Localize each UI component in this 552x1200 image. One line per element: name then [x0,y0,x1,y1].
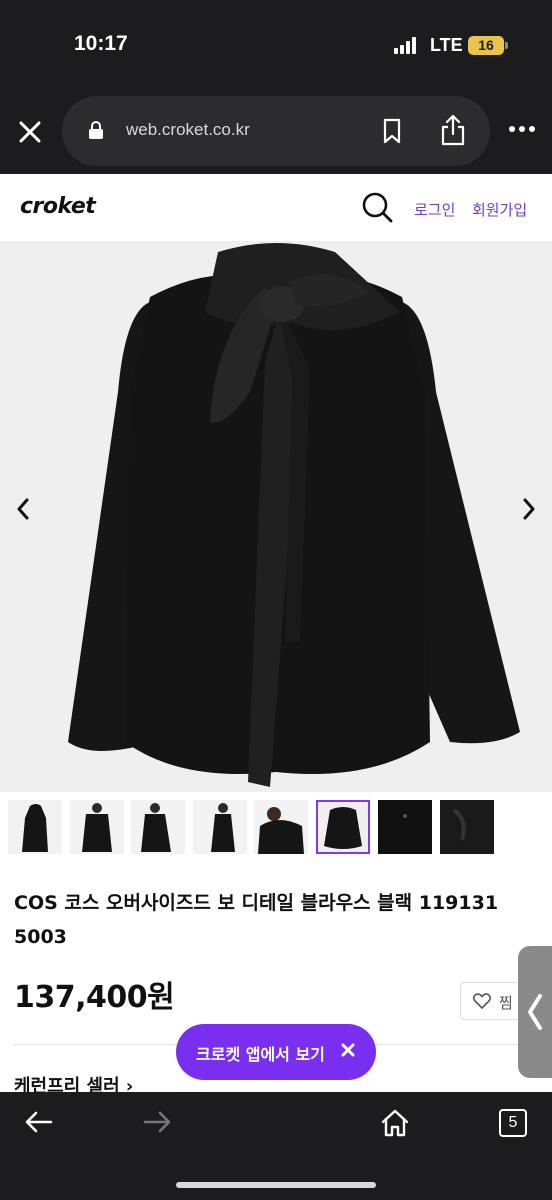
signup-link[interactable]: 회원가입 [472,199,527,220]
thumbnail-5[interactable] [254,800,308,854]
lock-icon [89,121,103,139]
next-image-button[interactable] [518,494,540,524]
side-panel-handle[interactable] [518,946,552,1078]
bookmark-icon[interactable] [382,118,402,144]
status-bar: 10:17 LTE 16 [0,0,552,90]
thumbnail-3[interactable] [131,800,185,854]
seller-link[interactable]: 케런프리 셀러 › [14,1072,133,1092]
site-logo[interactable]: croket [20,194,96,219]
thumbnail-1[interactable] [8,800,62,854]
network-type: LTE [430,35,463,55]
product-price: 137,400원 [14,980,175,1015]
more-icon[interactable] [508,124,536,134]
thumbnail-strip [0,796,552,858]
browser-toolbar: web.croket.co.kr [0,90,552,174]
url-text[interactable]: web.croket.co.kr [126,120,250,140]
search-icon[interactable] [360,190,394,224]
share-icon[interactable] [440,114,466,146]
battery-icon: 16 [468,36,508,55]
home-indicator [176,1182,376,1188]
signal-icon [394,36,420,54]
prev-image-button[interactable] [12,494,34,524]
thumbnail-7[interactable] [378,800,432,854]
web-page: croket 로그인 회원가입 COS 코스 오버사이즈드 보 디테일 블라우스… [0,174,552,1092]
thumbnail-8[interactable] [440,800,494,854]
blouse-image [0,242,552,792]
open-in-app-label: 크로켓 앱에서 보기 [196,1045,325,1064]
site-header: croket 로그인 회원가입 [0,174,552,242]
thumbnail-6[interactable] [316,800,370,854]
close-icon[interactable] [340,1042,356,1058]
thumbnail-2[interactable] [70,800,124,854]
back-arrow-icon[interactable] [24,1110,54,1134]
login-link[interactable]: 로그인 [414,199,455,220]
like-label: 찜 [499,994,513,1012]
heart-icon [473,993,491,1009]
product-main-image[interactable] [0,242,552,792]
open-in-app-button[interactable]: 크로켓 앱에서 보기 [176,1024,376,1080]
close-icon[interactable] [16,118,44,146]
home-icon[interactable] [380,1108,410,1138]
forward-arrow-icon[interactable] [142,1110,172,1134]
status-time: 10:17 [74,32,128,55]
browser-bottom-bar: 5 [0,1092,552,1200]
chevron-left-icon [528,994,542,1030]
product-title: COS 코스 오버사이즈드 보 디테일 블라우스 블랙 119131 5003 [14,892,499,948]
address-bar[interactable]: web.croket.co.kr [62,96,490,166]
thumbnail-4[interactable] [193,800,247,854]
tabs-icon[interactable]: 5 [499,1109,527,1137]
